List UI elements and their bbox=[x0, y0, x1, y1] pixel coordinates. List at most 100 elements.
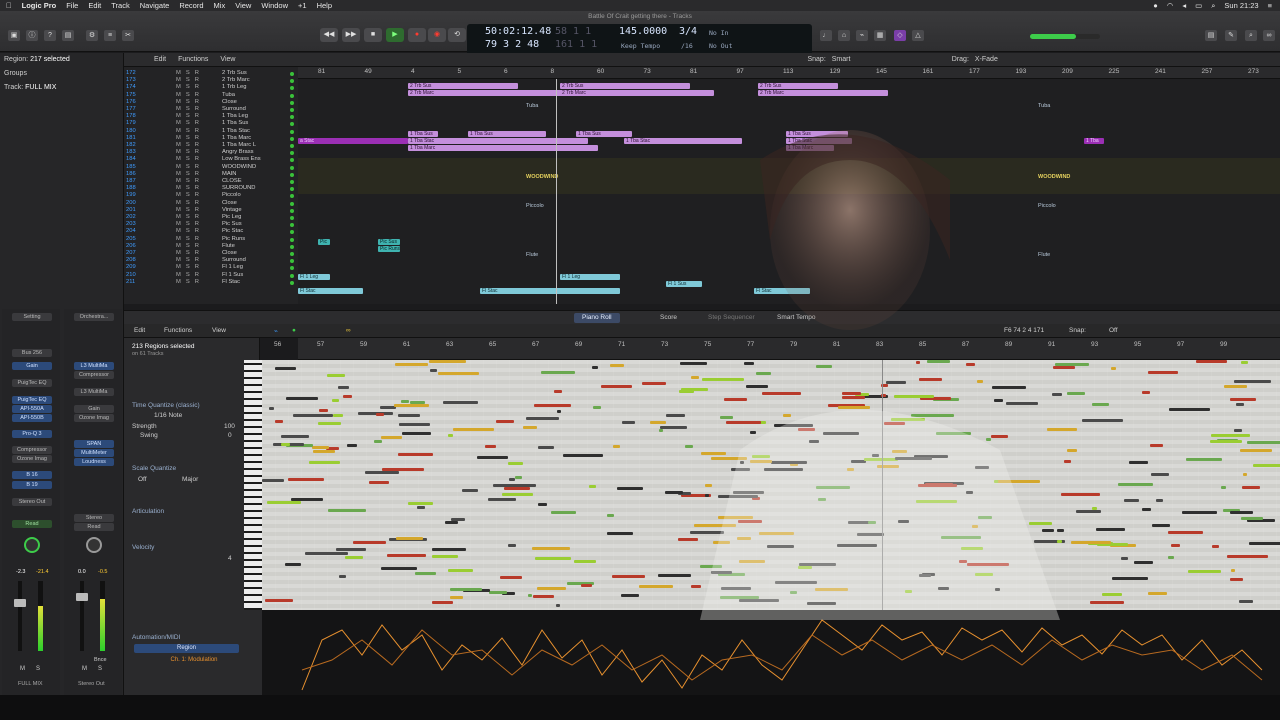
plugin-slot-2[interactable]: SPAN bbox=[74, 440, 114, 448]
midi-note[interactable] bbox=[961, 547, 983, 550]
midi-note[interactable] bbox=[1196, 360, 1216, 363]
menu-app-name[interactable]: Logic Pro bbox=[22, 1, 57, 10]
track-row[interactable]: 205 MSR Pic Runs bbox=[124, 236, 298, 243]
midi-note[interactable] bbox=[678, 538, 698, 541]
menu-help[interactable]: Help bbox=[317, 1, 332, 10]
region[interactable]: Fl 1 Sus bbox=[666, 281, 702, 287]
control-center-icon[interactable]: ≡ bbox=[1268, 1, 1272, 10]
track-row[interactable]: 177 MSR Surround bbox=[124, 106, 298, 113]
midi-note[interactable] bbox=[285, 563, 301, 566]
groups-header[interactable]: Groups bbox=[4, 70, 27, 77]
midi-note[interactable] bbox=[744, 362, 754, 365]
mute-solo-record-buttons[interactable]: MSR bbox=[176, 207, 204, 214]
plugin-slot-4[interactable]: Loudness bbox=[74, 458, 114, 466]
midi-note[interactable] bbox=[838, 406, 870, 409]
midi-note[interactable] bbox=[509, 478, 515, 481]
rewind-button[interactable]: ◀◀ bbox=[320, 28, 338, 42]
midi-note[interactable] bbox=[1186, 458, 1222, 461]
midi-note[interactable] bbox=[343, 395, 352, 398]
plugin-slot-3[interactable]: MultiMeter bbox=[74, 449, 114, 457]
midi-note[interactable] bbox=[705, 494, 709, 497]
track-row[interactable]: 211 MSR Fl Stac bbox=[124, 279, 298, 286]
midi-note[interactable] bbox=[1230, 511, 1253, 514]
midi-note[interactable] bbox=[1052, 393, 1062, 396]
stop-button[interactable]: ■ bbox=[364, 28, 382, 42]
midi-note[interactable] bbox=[1090, 601, 1124, 604]
master-volume-slider[interactable] bbox=[1030, 34, 1100, 39]
track-name[interactable]: Surround bbox=[222, 257, 246, 264]
midi-note[interactable] bbox=[1152, 524, 1170, 527]
toolbar-icon[interactable]: ▤ bbox=[62, 30, 74, 41]
track-name[interactable]: 1 Tba Stac bbox=[222, 128, 250, 135]
mute-solo-record-buttons[interactable]: MSR bbox=[176, 113, 204, 120]
midi-note[interactable] bbox=[526, 417, 559, 420]
region[interactable]: Pic Sus bbox=[378, 239, 400, 245]
region-header[interactable]: Region: 217 selected bbox=[4, 56, 70, 63]
midi-note[interactable] bbox=[847, 468, 854, 471]
midi-note[interactable] bbox=[556, 604, 560, 607]
track-name[interactable]: 1 Trb Leg bbox=[222, 84, 247, 91]
midi-note[interactable] bbox=[1212, 545, 1219, 548]
track-on-indicator[interactable] bbox=[290, 122, 294, 127]
midi-note[interactable] bbox=[756, 372, 771, 375]
track-name[interactable]: Flute bbox=[222, 243, 235, 250]
midi-note[interactable] bbox=[1234, 429, 1242, 432]
midi-note[interactable] bbox=[967, 563, 1009, 566]
midi-note[interactable] bbox=[690, 531, 724, 534]
track-row[interactable]: 201 MSR Vintage bbox=[124, 207, 298, 214]
midi-note[interactable] bbox=[718, 516, 753, 519]
track-on-indicator[interactable] bbox=[290, 194, 294, 199]
midi-note[interactable] bbox=[700, 565, 722, 568]
midi-note[interactable] bbox=[816, 486, 850, 489]
midi-note[interactable] bbox=[607, 532, 633, 535]
fader-thumb[interactable] bbox=[14, 599, 26, 607]
midi-note[interactable] bbox=[533, 595, 554, 598]
automation-region-select[interactable]: Region bbox=[134, 644, 239, 653]
midi-note[interactable] bbox=[477, 456, 508, 459]
track-name[interactable]: MAIN bbox=[222, 171, 237, 178]
list-editor-icon[interactable]: ▤ bbox=[1205, 30, 1217, 41]
midi-note[interactable] bbox=[613, 445, 620, 448]
track-on-indicator[interactable] bbox=[290, 208, 294, 213]
mute-solo-record-buttons[interactable]: MSR bbox=[176, 84, 204, 91]
midi-note[interactable] bbox=[991, 435, 1008, 438]
mute-solo-record-buttons[interactable]: MSR bbox=[176, 142, 204, 149]
midi-note[interactable] bbox=[936, 432, 971, 435]
track-name[interactable]: 1 Tba Marc bbox=[222, 135, 251, 142]
midi-note[interactable] bbox=[515, 476, 522, 479]
record-button[interactable]: ● bbox=[408, 28, 426, 42]
editor-ruler[interactable]: 56 57 59 61 63 65 67 69 71 73 75 77 79 81 83 85 87 89 91 93… bbox=[274, 338, 1280, 360]
midi-note[interactable] bbox=[872, 454, 879, 457]
midi-note[interactable] bbox=[721, 587, 751, 590]
mute-solo-record-buttons[interactable]: MSR bbox=[176, 106, 204, 113]
midi-note[interactable] bbox=[724, 398, 747, 401]
midi-note[interactable] bbox=[775, 581, 817, 584]
menu-track[interactable]: Track bbox=[111, 1, 129, 10]
editors-icon[interactable]: ✂ bbox=[122, 30, 134, 41]
midi-note[interactable] bbox=[1142, 391, 1150, 394]
midi-note[interactable] bbox=[402, 432, 431, 435]
midi-note[interactable] bbox=[339, 575, 346, 578]
cpu-icon[interactable]: ◇ bbox=[894, 30, 906, 41]
drag-select[interactable]: X-Fade bbox=[975, 56, 998, 63]
midi-note[interactable] bbox=[977, 380, 983, 383]
midi-note[interactable] bbox=[617, 487, 643, 490]
midi-note[interactable] bbox=[774, 424, 813, 427]
midi-note[interactable] bbox=[601, 385, 632, 388]
midi-note[interactable] bbox=[1092, 403, 1109, 406]
mute-button[interactable]: M bbox=[20, 666, 25, 672]
midi-note[interactable] bbox=[1168, 556, 1174, 559]
track-row[interactable]: 179 MSR 1 Tba Sus bbox=[124, 120, 298, 127]
midi-note[interactable] bbox=[401, 400, 409, 403]
midi-note[interactable] bbox=[807, 602, 836, 605]
midi-note[interactable] bbox=[864, 458, 898, 461]
midi-note[interactable] bbox=[975, 573, 993, 576]
track-name[interactable]: SURROUND bbox=[222, 185, 256, 192]
midi-note[interactable] bbox=[1230, 578, 1243, 581]
pan-knob[interactable] bbox=[24, 537, 40, 553]
solo-icon[interactable]: ▦ bbox=[874, 30, 886, 41]
mute-solo-record-buttons[interactable]: MSR bbox=[176, 70, 204, 77]
midi-note[interactable] bbox=[705, 484, 712, 487]
midi-note[interactable] bbox=[1230, 398, 1256, 401]
midi-note[interactable] bbox=[381, 436, 402, 439]
